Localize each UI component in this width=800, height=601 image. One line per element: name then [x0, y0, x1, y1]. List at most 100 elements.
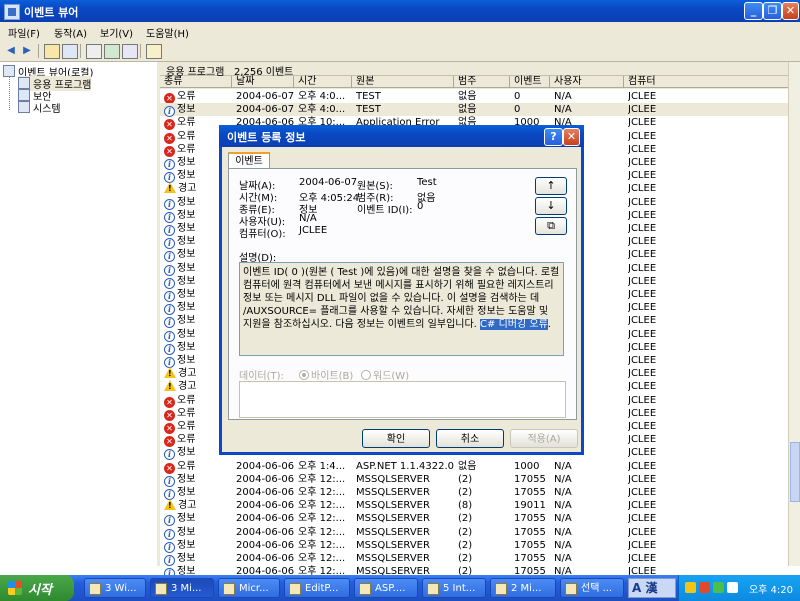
refresh-icon[interactable]: [104, 44, 120, 59]
cell-text: 17055: [514, 513, 546, 525]
next-event-button[interactable]: ↓: [535, 197, 567, 215]
tab-event[interactable]: 이벤트: [228, 152, 270, 169]
show-hide-tree-icon[interactable]: [62, 44, 78, 59]
cell-computer: JCLEE: [628, 473, 778, 486]
cell-computer: JCLEE: [628, 328, 778, 341]
col-event[interactable]: 이벤트: [510, 76, 550, 88]
table-row[interactable]: ✕ 오류 2004-06-06 오후 1:4... ASP.NET 1.1.4322.0…: [160, 460, 796, 474]
scrollbar-thumb[interactable]: [790, 442, 800, 502]
table-row[interactable]: i 정보 2004-06-06 오후 12:... MSSQLSERVER (2) 1705…: [160, 552, 796, 566]
table-row[interactable]: 경고 2004-06-06 오후 12:... MSSQLSERVER (8) 19011…: [160, 499, 796, 512]
vertical-scrollbar[interactable]: [788, 62, 800, 566]
task-button[interactable]: 3 Mi...: [150, 578, 214, 598]
close-button[interactable]: ✕: [782, 2, 799, 20]
task-button[interactable]: 선택 ...: [560, 578, 624, 598]
task-button[interactable]: Micr...: [218, 578, 280, 598]
cell-event: 17055: [514, 552, 550, 565]
tray-icon[interactable]: [699, 582, 710, 593]
volume-icon[interactable]: [727, 582, 738, 593]
cancel-button[interactable]: 취소: [436, 429, 504, 448]
toolbar-divider: [80, 44, 81, 58]
tray-icon[interactable]: [685, 582, 696, 593]
radio-words[interactable]: 워드(W): [361, 367, 409, 382]
col-date[interactable]: 날짜: [232, 76, 294, 88]
cell-type-label: 경고: [164, 499, 232, 512]
radio-bytes[interactable]: 바이트(B): [299, 367, 353, 382]
cell-text: 정보: [177, 513, 196, 525]
cell-text: 정보: [177, 170, 196, 182]
app-icon: [359, 583, 371, 595]
col-source[interactable]: 원본: [352, 76, 454, 88]
tree-item-system[interactable]: 시스템: [18, 100, 61, 115]
properties-icon[interactable]: [86, 44, 102, 59]
ok-button[interactable]: 확인: [362, 429, 430, 448]
task-button[interactable]: EditP...: [284, 578, 350, 598]
down-arrow-icon: ↓: [546, 199, 556, 212]
menu-view[interactable]: 보기(V): [100, 25, 133, 40]
dialog-close-button[interactable]: ✕: [563, 128, 580, 146]
table-row[interactable]: i 정보 2004-06-07 오후 4:0... TEST 없음 0 N/A JCLEE: [160, 103, 796, 118]
table-row[interactable]: i 정보 2004-06-06 오후 12:... MSSQLSERVER (2) 1705…: [160, 473, 796, 487]
task-button[interactable]: 3 Wi...: [84, 578, 146, 598]
previous-event-button[interactable]: ↑: [535, 177, 567, 195]
cell-computer: JCLEE: [628, 103, 778, 116]
cell-text: 정보: [177, 302, 196, 314]
table-row[interactable]: i 정보 2004-06-06 오후 12:... MSSQLSERVER (2) 1705…: [160, 512, 796, 527]
cell-text: JCLEE: [628, 421, 657, 432]
table-row[interactable]: i 정보 2004-06-06 오후 12:... MSSQLSERVER (2) 1705…: [160, 539, 796, 553]
help-icon[interactable]: [146, 44, 162, 59]
col-category[interactable]: 범주: [454, 76, 510, 88]
cell-text: 0: [514, 104, 521, 116]
help-button[interactable]: ?: [544, 128, 563, 146]
cell-computer: JCLEE: [628, 288, 778, 301]
task-button[interactable]: 5 Int...: [422, 578, 486, 598]
back-arrow-icon[interactable]: ◀: [4, 44, 18, 57]
table-row[interactable]: ✕ 오류 2004-06-07 오후 4:0... TEST 없음 0 N/A JCLEE: [160, 90, 796, 104]
radio-icon: [361, 370, 371, 380]
cell-user: N/A: [554, 90, 624, 103]
cell-text: 2004-06-07: [236, 104, 294, 116]
computer-label: 컴퓨터(O):: [239, 229, 286, 240]
cell-text: (2): [458, 539, 473, 551]
export-list-icon[interactable]: [122, 44, 138, 59]
description-text[interactable]: 이벤트 ID( 0 )(원본 ( Test )에 있음)에 대한 설명을 찾을 …: [239, 262, 564, 356]
cell-text: 정보: [177, 209, 196, 221]
cell-text: 오류: [177, 460, 196, 472]
col-user[interactable]: 사용자: [550, 76, 624, 88]
ime-indicator[interactable]: A 漢: [628, 578, 676, 598]
start-button[interactable]: 시작: [0, 575, 74, 601]
cell-computer: JCLEE: [628, 235, 778, 248]
up-folder-icon[interactable]: [44, 44, 60, 59]
task-button[interactable]: ASP....: [354, 578, 418, 598]
tray-icon[interactable]: [713, 582, 724, 593]
cell-user: N/A: [554, 460, 624, 473]
col-type[interactable]: 종류: [160, 76, 232, 88]
cell-event: 17055: [514, 486, 550, 499]
minimize-button[interactable]: _: [744, 2, 763, 20]
data-textbox: [239, 381, 566, 418]
copy-button[interactable]: ⧉: [535, 217, 567, 235]
cell-source: ASP.NET 1.1.4322.0: [356, 460, 454, 473]
source-value: Test: [417, 177, 437, 188]
cell-computer: JCLEE: [628, 512, 778, 525]
table-row[interactable]: i 정보 2004-06-06 오후 12:... MSSQLSERVER (2) 1705…: [160, 526, 796, 540]
dialog-title: 이벤트 등록 정보: [227, 131, 306, 144]
forward-arrow-icon[interactable]: ▶: [20, 44, 34, 57]
cell-type-label: ✕ 오류: [164, 460, 232, 474]
task-button[interactable]: 2 Mi...: [490, 578, 556, 598]
menu-action[interactable]: 동작(A): [54, 25, 87, 40]
cell-user: N/A: [554, 103, 624, 116]
cell-text: 정보: [177, 473, 196, 485]
cell-computer: JCLEE: [628, 539, 778, 552]
menu-file[interactable]: 파일(F): [8, 25, 40, 40]
cell-computer: JCLEE: [628, 314, 778, 327]
menu-help[interactable]: 도움말(H): [146, 25, 189, 40]
description-end: .: [547, 319, 551, 330]
apply-button[interactable]: 적용(A): [510, 429, 578, 448]
cell-text: 없음: [458, 460, 477, 472]
cell-date: 2004-06-07: [236, 103, 294, 116]
restore-button[interactable]: ❐: [763, 2, 782, 20]
table-row[interactable]: i 정보 2004-06-06 오후 12:... MSSQLSERVER (2) 1705…: [160, 486, 796, 500]
col-time[interactable]: 시간: [294, 76, 352, 88]
col-computer[interactable]: 컴퓨터: [624, 76, 796, 88]
